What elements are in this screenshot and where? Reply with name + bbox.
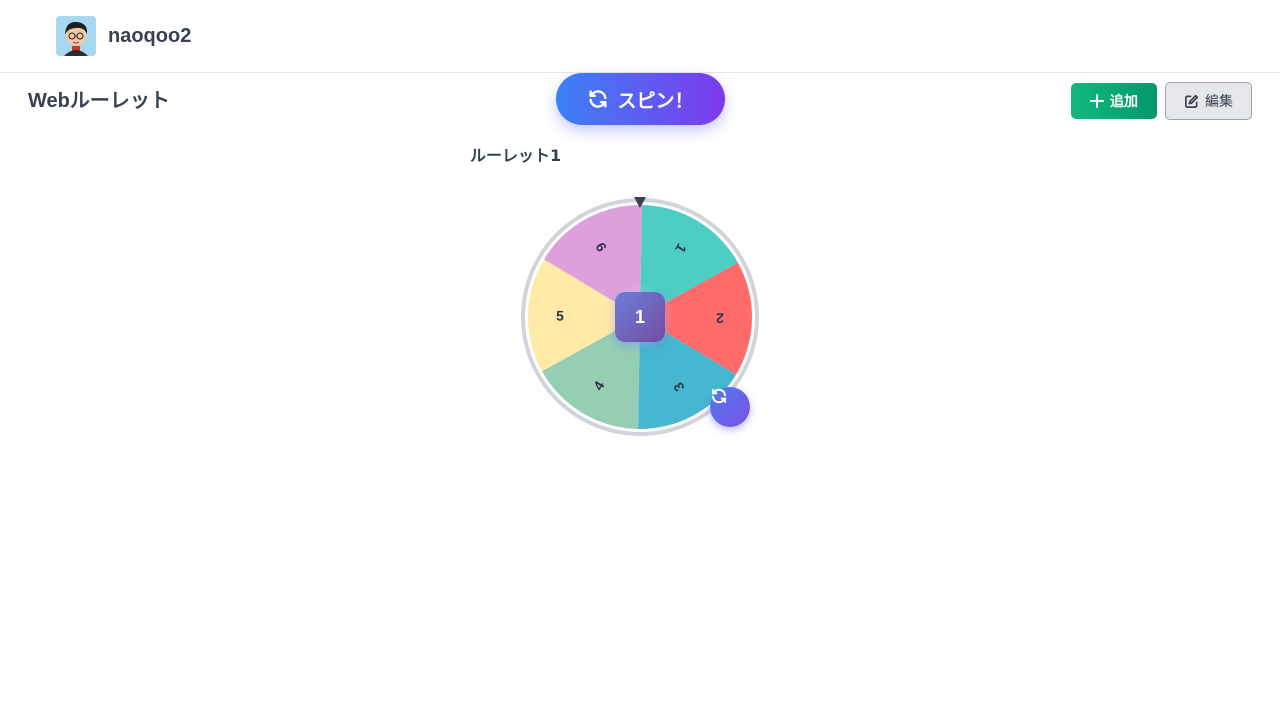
edit-button[interactable]: 編集	[1165, 82, 1252, 120]
plus-icon	[1090, 94, 1104, 108]
username: naoqoo2	[108, 25, 192, 47]
edit-button-label: 編集	[1205, 94, 1233, 110]
roulette-wheel[interactable]: 123456 1	[519, 193, 761, 439]
spin-button[interactable]: スピン！	[556, 73, 725, 125]
top-bar: naoqoo2	[0, 0, 1280, 73]
avatar[interactable]	[56, 16, 96, 56]
wheel-spin-button[interactable]	[710, 387, 750, 427]
wheel-segment-label: 5	[556, 308, 564, 324]
edit-icon	[1184, 94, 1199, 109]
spin-button-label: スピン！	[617, 89, 694, 112]
refresh-icon	[587, 88, 609, 110]
page-title: Webルーレット	[28, 90, 170, 112]
roulette-title: ルーレット1	[470, 146, 562, 165]
wheel-segment-label: 2	[716, 310, 724, 326]
add-button-label: 追加	[1110, 94, 1138, 110]
result-badge: 1	[615, 292, 665, 342]
add-button[interactable]: 追加	[1071, 83, 1157, 119]
